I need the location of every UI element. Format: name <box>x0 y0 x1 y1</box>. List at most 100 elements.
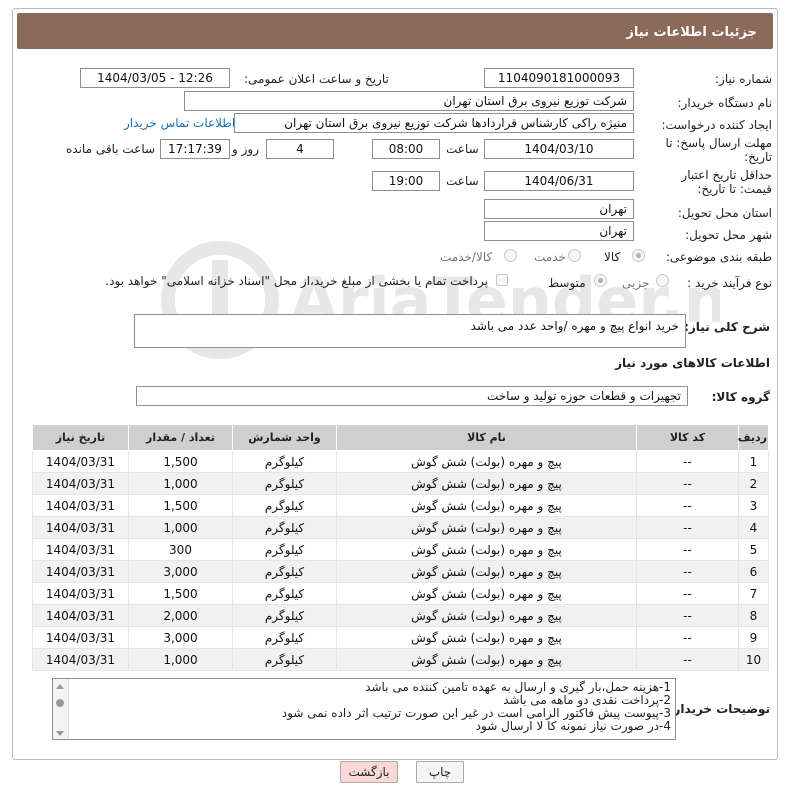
city-value: تهران <box>484 221 634 241</box>
cell-row-number: 10 <box>738 648 769 671</box>
remaining-label: ساعت باقی مانده <box>66 142 156 156</box>
cell-name: پیچ و مهره (بولت) شش گوش <box>336 560 637 583</box>
note-line: 4-در صورت نیاز نمونه کا لا ارسال شود <box>475 719 671 733</box>
description-value: خرید انواع پیچ و مهره /واحد عدد می باشد <box>134 314 686 348</box>
cell-date: 1404/03/31 <box>32 450 129 473</box>
buyer-label: نام دستگاه خریدار: <box>677 96 773 110</box>
need-number-label: شماره نیاز: <box>715 72 772 86</box>
cell-unit: کیلوگرم <box>232 560 337 583</box>
description-label: شرح کلی نیاز: <box>684 320 770 334</box>
cell-name: پیچ و مهره (بولت) شش گوش <box>336 450 637 473</box>
cell-date: 1404/03/31 <box>32 494 129 517</box>
deadline-time-label: ساعت <box>446 142 479 156</box>
cell-name: پیچ و مهره (بولت) شش گوش <box>336 516 637 539</box>
table-row: 9 -- پیچ و مهره (بولت) شش گوش کیلوگرم 3,000 1… <box>32 626 769 649</box>
cell-quantity: 3,000 <box>128 626 233 649</box>
table-row: 4 -- پیچ و مهره (بولت) شش گوش کیلوگرم 1,000 1… <box>32 516 769 539</box>
deadline-time: 08:00 <box>372 139 440 159</box>
cell-name: پیچ و مهره (بولت) شش گوش <box>336 604 637 627</box>
cell-name: پیچ و مهره (بولت) شش گوش <box>336 648 637 671</box>
payment-note: پرداخت تمام یا بخشی از مبلغ خرید،از محل … <box>105 274 488 288</box>
cell-date: 1404/03/31 <box>32 560 129 583</box>
table-row: 7 -- پیچ و مهره (بولت) شش گوش کیلوگرم 1,500 1… <box>32 582 769 605</box>
col-unit: واحد شمارش <box>232 424 337 451</box>
goods-section-title: اطلاعات کالاهای مورد نیاز <box>615 356 770 370</box>
deadline-label: مهلت ارسال پاسخ: تا تاریخ: <box>665 136 772 164</box>
cell-unit: کیلوگرم <box>232 626 337 649</box>
cell-row-number: 1 <box>738 450 769 473</box>
cell-row-number: 8 <box>738 604 769 627</box>
cell-code: -- <box>636 494 739 517</box>
cell-quantity: 1,000 <box>128 648 233 671</box>
days-label: روز و <box>232 142 259 156</box>
cell-row-number: 3 <box>738 494 769 517</box>
remaining-time: 17:17:39 <box>160 139 230 159</box>
cell-date: 1404/03/31 <box>32 472 129 495</box>
creator-value: منیژه راکی کارشناس قراردادها شرکت توزیع … <box>234 113 634 133</box>
process-medium-radio[interactable] <box>594 274 607 287</box>
treasury-checkbox[interactable] <box>496 274 508 286</box>
category-both-radio[interactable] <box>504 249 517 262</box>
category-goods-radio[interactable] <box>632 249 645 262</box>
cell-quantity: 1,000 <box>128 516 233 539</box>
cell-code: -- <box>636 582 739 605</box>
back-button[interactable]: بازگشت <box>340 761 398 783</box>
deadline-date: 1404/03/10 <box>484 139 634 159</box>
scroll-arrows-icon <box>56 684 64 736</box>
cell-unit: کیلوگرم <box>232 648 337 671</box>
cell-quantity: 1,000 <box>128 472 233 495</box>
cell-code: -- <box>636 472 739 495</box>
cell-code: -- <box>636 450 739 473</box>
announce-label: تاریخ و ساعت اعلان عمومی: <box>244 72 389 86</box>
notes-scrollbar[interactable] <box>53 679 69 739</box>
table-row: 1 -- پیچ و مهره (بولت) شش گوش کیلوگرم 1,500 1… <box>32 450 769 473</box>
cell-row-number: 7 <box>738 582 769 605</box>
cell-quantity: 1,500 <box>128 582 233 605</box>
contact-buyer-link[interactable]: اطلاعات تماس خریدار <box>124 116 235 130</box>
category-service-radio[interactable] <box>568 249 581 262</box>
cell-date: 1404/03/31 <box>32 582 129 605</box>
panel-title: جزئیات اطلاعات نیاز <box>17 13 773 49</box>
cell-row-number: 2 <box>738 472 769 495</box>
validity-date: 1404/06/31 <box>484 171 634 191</box>
cell-date: 1404/03/31 <box>32 648 129 671</box>
col-code: کد کالا <box>636 424 739 451</box>
category-service-label: خدمت <box>534 250 566 264</box>
table-header-row: ردیف کد کالا نام کالا واحد شمارش تعداد /… <box>32 424 769 451</box>
goods-table: ردیف کد کالا نام کالا واحد شمارش تعداد /… <box>32 424 769 671</box>
cell-unit: کیلوگرم <box>232 604 337 627</box>
buyer-value: شرکت توزیع نیروی برق استان تهران <box>184 91 634 111</box>
cell-unit: کیلوگرم <box>232 472 337 495</box>
col-date: تاریخ نیاز <box>32 424 129 451</box>
print-button[interactable]: چاپ <box>416 761 464 783</box>
validity-label: حداقل تاریخ اعتبار قیمت: تا تاریخ: <box>681 168 772 196</box>
notes-label: توضیحات خریدار: <box>668 702 770 716</box>
cell-row-number: 9 <box>738 626 769 649</box>
table-row: 6 -- پیچ و مهره (بولت) شش گوش کیلوگرم 3,000 1… <box>32 560 769 583</box>
cell-row-number: 4 <box>738 516 769 539</box>
goods-group-label: گروه کالا: <box>711 390 770 404</box>
city-label: شهر محل تحویل: <box>685 228 772 242</box>
cell-unit: کیلوگرم <box>232 582 337 605</box>
cell-quantity: 1,500 <box>128 450 233 473</box>
validity-time: 19:00 <box>372 171 440 191</box>
notes-box[interactable]: 1-هزینه حمل،بار گیری و ارسال به عهده تام… <box>52 678 676 740</box>
validity-time-label: ساعت <box>446 174 479 188</box>
process-minor-radio[interactable] <box>656 274 669 287</box>
table-row: 10 -- پیچ و مهره (بولت) شش گوش کیلوگرم 1,000… <box>32 648 769 671</box>
cell-quantity: 300 <box>128 538 233 561</box>
cell-code: -- <box>636 604 739 627</box>
cell-unit: کیلوگرم <box>232 516 337 539</box>
goods-group-value: تجهیزات و قطعات حوزه تولید و ساخت <box>136 386 688 406</box>
category-label: طبقه بندی موضوعی: <box>665 250 772 264</box>
col-name: نام کالا <box>336 424 637 451</box>
cell-quantity: 3,000 <box>128 560 233 583</box>
province-value: تهران <box>484 199 634 219</box>
col-quantity: تعداد / مقدار <box>128 424 233 451</box>
cell-quantity: 2,000 <box>128 604 233 627</box>
cell-row-number: 6 <box>738 560 769 583</box>
cell-code: -- <box>636 516 739 539</box>
creator-label: ایجاد کننده درخواست: <box>661 118 772 132</box>
table-row: 3 -- پیچ و مهره (بولت) شش گوش کیلوگرم 1,500 1… <box>32 494 769 517</box>
cell-name: پیچ و مهره (بولت) شش گوش <box>336 494 637 517</box>
